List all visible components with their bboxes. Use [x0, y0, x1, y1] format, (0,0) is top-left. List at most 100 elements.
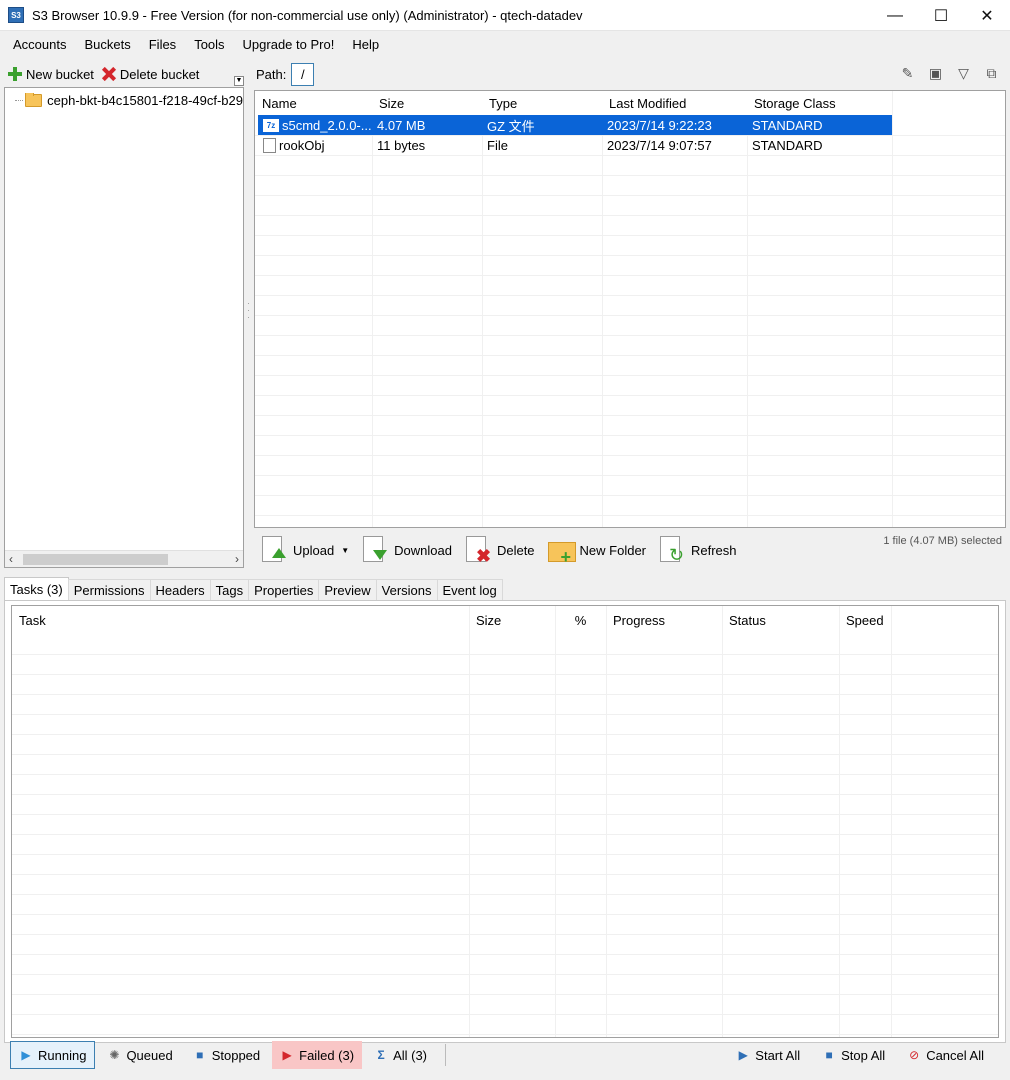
- path-label: Path:: [256, 66, 287, 82]
- table-row[interactable]: rookObj 11 bytes File 2023/7/14 9:07:57 …: [255, 135, 1005, 155]
- grid-line: [12, 874, 998, 875]
- table-row[interactable]: 7z s5cmd_2.0.0-... 4.07 MB GZ 文件 2023/7/…: [255, 115, 1005, 135]
- grid-line: [12, 854, 998, 855]
- window-icon[interactable]: ▣: [927, 65, 944, 82]
- grid-line: [255, 355, 1005, 356]
- column-header-speed[interactable]: Speed: [839, 606, 891, 634]
- file-type: File: [487, 137, 508, 153]
- column-header-task[interactable]: Task: [12, 606, 469, 634]
- tab-tasks[interactable]: Tasks (3): [4, 577, 69, 601]
- tab-headers[interactable]: Headers: [149, 579, 211, 601]
- pencil-icon[interactable]: ✎: [899, 65, 916, 82]
- stop-all-button[interactable]: ■ Stop All: [814, 1041, 893, 1069]
- delete-bucket-button[interactable]: Delete bucket: [98, 67, 204, 82]
- column-header-task-size[interactable]: Size: [469, 606, 555, 634]
- menu-bar: Accounts Buckets Files Tools Upgrade to …: [0, 31, 1010, 58]
- column-header-progress[interactable]: Progress: [606, 606, 722, 634]
- menu-files[interactable]: Files: [140, 37, 185, 52]
- scroll-thumb[interactable]: [23, 554, 168, 565]
- tab-permissions[interactable]: Permissions: [67, 579, 151, 601]
- menu-accounts[interactable]: Accounts: [4, 37, 75, 52]
- tree-item-bucket[interactable]: ceph-bkt-b4c15801-f218-49cf-b29: [15, 93, 243, 108]
- tab-preview[interactable]: Preview: [318, 579, 377, 601]
- delete-bucket-label: Delete bucket: [119, 66, 200, 82]
- new-bucket-button[interactable]: New bucket: [4, 67, 98, 82]
- column-header-percent[interactable]: %: [555, 606, 606, 634]
- column-header-status[interactable]: Status: [722, 606, 839, 634]
- refresh-button[interactable]: ↻ Refresh: [652, 532, 743, 568]
- menu-upgrade[interactable]: Upgrade to Pro!: [234, 37, 344, 52]
- file-name: s5cmd_2.0.0-...: [282, 117, 372, 133]
- copy-icon[interactable]: ⧉: [983, 65, 1000, 82]
- scroll-left-icon[interactable]: ‹: [9, 552, 13, 566]
- new-bucket-label: New bucket: [26, 66, 94, 82]
- maximize-button[interactable]: ☐: [918, 0, 964, 31]
- close-button[interactable]: ✕: [964, 0, 1010, 31]
- tab-versions[interactable]: Versions: [375, 579, 438, 601]
- grid-line: [255, 315, 1005, 316]
- toolbar-overflow-dropdown[interactable]: ▼: [234, 76, 244, 86]
- file-actions-toolbar: Upload ▼ Download ✖ Delete + New Folder …: [254, 530, 1006, 570]
- failed-filter-button[interactable]: ▶ Failed (3): [272, 1041, 363, 1069]
- column-header-modified[interactable]: Last Modified: [602, 91, 747, 115]
- column-header-name[interactable]: Name: [255, 91, 372, 115]
- file-modified: 2023/7/14 9:22:23: [602, 115, 747, 135]
- filter-icon[interactable]: ▽: [955, 65, 972, 82]
- download-button[interactable]: Download: [355, 532, 458, 568]
- sigma-icon: Σ: [377, 1048, 385, 1062]
- grid-line: [255, 215, 1005, 216]
- menu-buckets[interactable]: Buckets: [75, 37, 139, 52]
- window-title: S3 Browser 10.9.9 - Free Version (for no…: [32, 7, 583, 23]
- file-type: GZ 文件: [482, 115, 602, 135]
- download-icon: [361, 534, 391, 566]
- stopped-filter-button[interactable]: ■ Stopped: [185, 1041, 268, 1069]
- grid-line: [255, 335, 1005, 336]
- refresh-icon: ↻: [658, 534, 688, 566]
- refresh-label: Refresh: [691, 542, 737, 558]
- path-input[interactable]: /: [291, 62, 315, 86]
- column-header-type[interactable]: Type: [482, 91, 602, 115]
- grid-line: [12, 694, 998, 695]
- grid-line: [12, 1014, 998, 1015]
- grid-line: [12, 1034, 998, 1035]
- running-filter-button[interactable]: ▶ Running: [10, 1041, 96, 1069]
- menu-tools[interactable]: Tools: [185, 37, 233, 52]
- tasks-list: Task Size % Progress Status Speed: [11, 605, 999, 1038]
- tab-event-log[interactable]: Event log: [436, 579, 503, 601]
- column-header-size[interactable]: Size: [372, 91, 482, 115]
- upload-button[interactable]: Upload ▼: [254, 532, 355, 568]
- bucket-toolbar: New bucket Delete bucket ▼: [4, 62, 244, 86]
- delete-icon: [102, 67, 116, 81]
- chevron-down-icon[interactable]: ▼: [341, 546, 349, 555]
- grid-line: [12, 894, 998, 895]
- grid-line: [255, 235, 1005, 236]
- cancel-all-button[interactable]: ⊘ Cancel All: [899, 1041, 992, 1069]
- file-icon: [263, 137, 276, 153]
- grid-line: [12, 734, 998, 735]
- minimize-button[interactable]: —: [872, 0, 918, 31]
- running-label: Running: [38, 1047, 87, 1063]
- start-all-button[interactable]: ▶ Start All: [728, 1041, 808, 1069]
- new-folder-button[interactable]: + New Folder: [541, 532, 652, 568]
- delete-button[interactable]: ✖ Delete: [458, 532, 541, 568]
- start-all-label: Start All: [755, 1047, 801, 1063]
- scroll-right-icon[interactable]: ›: [235, 552, 239, 566]
- grid-line: [255, 275, 1005, 276]
- tab-tags[interactable]: Tags: [209, 579, 250, 601]
- file-storage-class: STANDARD: [747, 115, 892, 135]
- all-filter-button[interactable]: Σ All (3): [366, 1041, 435, 1069]
- grid-line: [255, 455, 1005, 456]
- add-icon: [8, 67, 22, 81]
- panel-splitter[interactable]: · · ·: [247, 299, 250, 330]
- grid-line: [255, 135, 1005, 136]
- archive-icon: 7z: [263, 118, 279, 132]
- queued-label: Queued: [126, 1047, 173, 1063]
- app-icon: S3: [8, 7, 24, 23]
- queued-filter-button[interactable]: ✺ Queued: [99, 1041, 180, 1069]
- new-folder-label: New Folder: [579, 542, 646, 558]
- menu-help[interactable]: Help: [343, 37, 388, 52]
- tab-properties[interactable]: Properties: [248, 579, 320, 601]
- tree-horizontal-scrollbar[interactable]: ‹ ›: [5, 550, 243, 567]
- delete-file-icon: ✖: [464, 534, 494, 566]
- column-header-storage[interactable]: Storage Class: [747, 91, 892, 115]
